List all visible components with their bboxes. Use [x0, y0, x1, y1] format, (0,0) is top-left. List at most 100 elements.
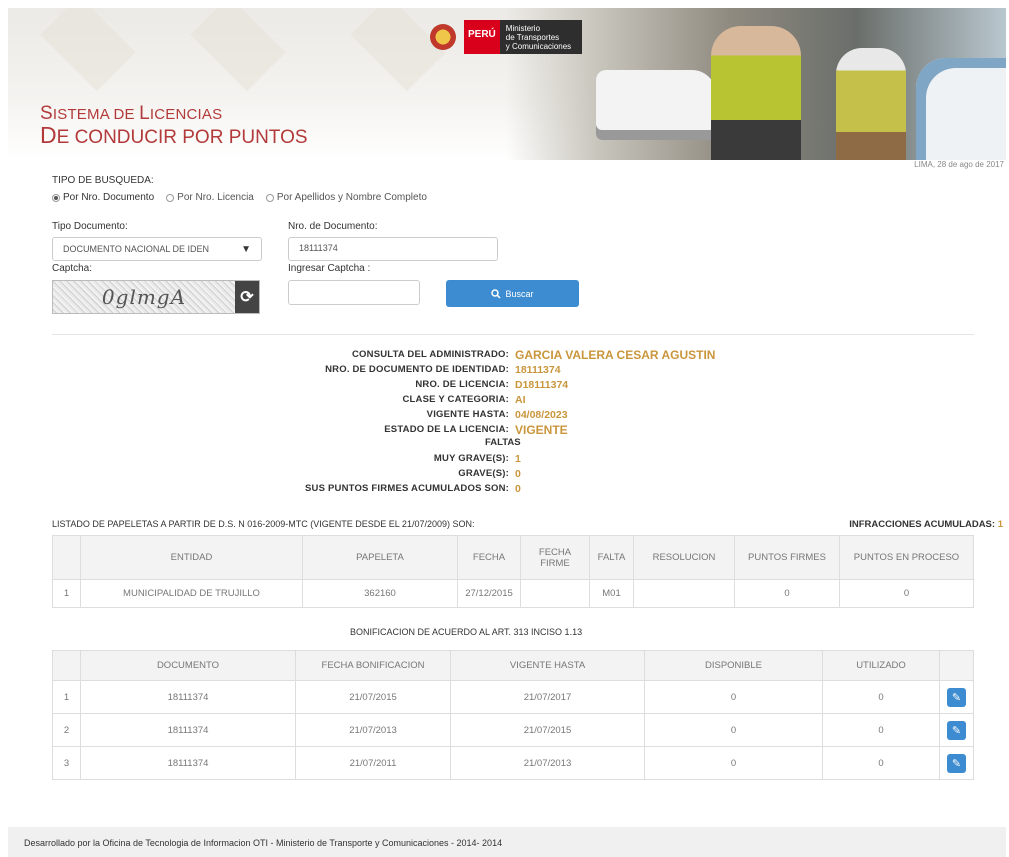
doc-number-input[interactable]: 18111374: [288, 237, 498, 261]
table-cell: 21/07/2013: [295, 713, 451, 747]
captcha-image: 0glmgA: [53, 281, 235, 313]
ministry-line: Ministerio: [505, 24, 541, 33]
doc-type-select[interactable]: DOCUMENTO NACIONAL DE IDEN ▼: [52, 237, 262, 261]
header-banner: PERÚ Ministerio de Transportes y Comunic…: [8, 8, 1006, 160]
info-key: SUS PUNTOS FIRMES ACUMULADOS SON:: [305, 483, 509, 494]
system-title: SISTEMA DE LICENCIAS DE CONDUCIR POR PUN…: [40, 103, 308, 148]
column-header: DOCUMENTO: [80, 650, 296, 681]
info-value: AI: [515, 393, 526, 406]
column-header: UTILIZADO: [822, 650, 940, 681]
table-cell: 27/12/2015: [457, 579, 521, 608]
infr-label: INFRACCIONES ACUMULADAS:: [849, 519, 996, 530]
footer: Desarrollado por la Oficina de Tecnologi…: [8, 827, 1006, 857]
column-header: DISPONIBLE: [644, 650, 823, 681]
column-header: VIGENTE HASTA: [450, 650, 645, 681]
table-cell: 18111374: [80, 713, 296, 747]
car-image: [916, 58, 1006, 160]
column-header: ENTIDAD: [80, 535, 303, 580]
info-key: MUY GRAVE(S):: [433, 453, 509, 464]
radio-por-licencia[interactable]: Por Nro. Licencia: [166, 192, 254, 203]
info-value: 04/08/2023: [515, 408, 568, 421]
column-header: [939, 650, 974, 681]
info-value: VIGENTE: [515, 422, 568, 437]
papeletas-table: ENTIDAD PAPELETA FECHA FECHA FIRME FALTA…: [52, 535, 974, 608]
table-cell: M01: [589, 579, 634, 608]
radio-por-nombre[interactable]: Por Apellidos y Nombre Completo: [265, 192, 427, 203]
column-header: [52, 535, 81, 580]
table-cell: 21/07/2013: [450, 746, 645, 780]
table-cell: ✎: [939, 680, 974, 714]
road-sign-decoration: [190, 8, 286, 92]
officer-image: [711, 26, 801, 160]
table-cell: 21/07/2015: [450, 713, 645, 747]
table-cell: 0: [822, 680, 940, 714]
faltas-heading: FALTAS: [485, 437, 521, 448]
search-button[interactable]: Buscar: [446, 280, 579, 307]
info-key: NRO. DE DOCUMENTO DE IDENTIDAD:: [325, 364, 509, 375]
infr-value: 1: [997, 519, 1003, 530]
table-row: 1 MUNICIPALIDAD DE TRUJILLO 362160 27/12…: [52, 579, 974, 608]
table-cell: 21/07/2015: [295, 680, 451, 714]
table-cell: 3: [52, 746, 81, 780]
column-header: [52, 650, 81, 681]
column-header: PUNTOS EN PROCESO: [839, 535, 974, 580]
ministry-line: de Transportes: [505, 33, 560, 42]
table-row: 3 18111374 21/07/2011 21/07/2013 0 0 ✎: [52, 746, 974, 780]
government-logo: PERÚ Ministerio de Transportes y Comunic…: [430, 20, 582, 54]
table-header-row: ENTIDAD PAPELETA FECHA FECHA FIRME FALTA…: [52, 535, 974, 580]
table-cell: 0: [822, 713, 940, 747]
table-cell: ✎: [939, 713, 974, 747]
radio-icon: [166, 193, 175, 202]
table-header-row: DOCUMENTO FECHA BONIFICACION VIGENTE HAS…: [52, 650, 974, 681]
table-cell: 18111374: [80, 680, 296, 714]
info-key: GRAVE(S):: [458, 468, 509, 479]
officer-image: [836, 48, 906, 160]
info-key: CONSULTA DEL ADMINISTRADO:: [351, 349, 509, 360]
table-cell: 0: [644, 680, 823, 714]
table-row: 1 18111374 21/07/2015 21/07/2017 0 0 ✎: [52, 680, 974, 714]
bonificacion-table: DOCUMENTO FECHA BONIFICACION VIGENTE HAS…: [52, 650, 974, 780]
car-image: [596, 70, 716, 140]
column-header: PAPELETA: [302, 535, 458, 580]
radio-por-documento[interactable]: Por Nro. Documento: [52, 192, 154, 203]
edit-icon[interactable]: ✎: [947, 687, 966, 707]
doc-type-value: DOCUMENTO NACIONAL DE IDEN: [63, 244, 210, 254]
refresh-captcha-icon[interactable]: ⟳: [235, 281, 259, 313]
table-cell: 21/07/2011: [295, 746, 451, 780]
table-cell: 0: [822, 746, 940, 780]
edit-icon[interactable]: ✎: [947, 753, 966, 773]
table-cell: [520, 579, 590, 608]
table-cell: 1: [52, 680, 81, 714]
bonificacion-title: BONIFICACION DE ACUERDO AL ART. 313 INCI…: [350, 627, 583, 637]
info-key: VIGENTE HASTA:: [426, 409, 509, 420]
doc-number-label: Nro. de Documento:: [288, 221, 378, 232]
infracciones-count: INFRACCIONES ACUMULADAS: 1: [849, 519, 1003, 530]
table-cell: 0: [734, 579, 840, 608]
table-cell: 0: [839, 579, 974, 608]
search-button-label: Buscar: [505, 288, 534, 299]
captcha-box: 0glmgA ⟳: [52, 280, 260, 314]
table-cell: 2: [52, 713, 81, 747]
table-cell: 21/07/2017: [450, 680, 645, 714]
info-value: 0: [515, 482, 521, 495]
papeletas-title: LISTADO DE PAPELETAS A PARTIR DE D.S. N …: [52, 519, 475, 529]
table-row: 2 18111374 21/07/2013 21/07/2015 0 0 ✎: [52, 713, 974, 747]
info-value: GARCIA VALERA CESAR AGUSTIN: [515, 347, 716, 362]
info-value: 18111374: [515, 363, 561, 376]
info-key: CLASE Y CATEGORIA:: [402, 394, 509, 405]
radio-icon: [265, 193, 274, 202]
column-header: FECHA BONIFICACION: [295, 650, 451, 681]
edit-icon[interactable]: ✎: [947, 720, 966, 740]
search-type-options: Por Nro. Documento Por Nro. Licencia Por…: [52, 192, 427, 203]
current-date: LIMA, 28 de ago de 2017: [914, 160, 1004, 169]
table-cell: 18111374: [80, 746, 296, 780]
peru-seal-icon: [430, 24, 456, 50]
info-value: 1: [515, 452, 521, 465]
table-cell: 0: [644, 713, 823, 747]
info-value: 0: [515, 467, 521, 480]
radio-icon: [52, 193, 60, 202]
peru-label: PERÚ: [464, 20, 500, 54]
info-key: ESTADO DE LA LICENCIA:: [384, 424, 509, 435]
ministry-label: Ministerio de Transportes y Comunicacion…: [499, 20, 582, 54]
captcha-input[interactable]: [288, 280, 420, 305]
